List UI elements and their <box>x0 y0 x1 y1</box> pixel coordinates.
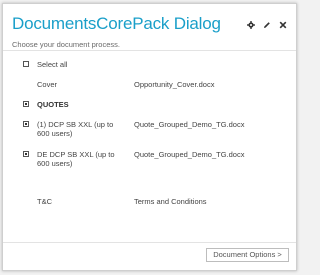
dialog-title: DocumentsCorePack Dialog <box>12 14 221 33</box>
select-all-label: Select all <box>37 60 68 69</box>
header-icons <box>246 20 287 29</box>
document-options-button[interactable]: Document Options > <box>206 248 289 262</box>
quote-item-file: Quote_Grouped_Demo_TG.docx <box>134 150 245 159</box>
select-all-checkbox[interactable] <box>23 61 29 67</box>
tc-name: T&C <box>37 197 52 206</box>
header-divider <box>3 50 296 51</box>
dialog-subtitle: Choose your document process. <box>12 40 120 49</box>
footer-divider <box>3 242 296 243</box>
quotes-group-label: QUOTES <box>37 100 69 109</box>
quote-item-name: (1) DCP SB XXL (up to 600 users) <box>37 120 114 138</box>
document-process-dialog: DocumentsCorePack Dialog Choose your doc… <box>2 3 297 271</box>
cover-name: Cover <box>37 80 58 89</box>
quote-item-file: Quote_Grouped_Demo_TG.docx <box>134 120 245 129</box>
quote-item-checkbox[interactable] <box>23 151 29 157</box>
pencil-icon[interactable] <box>262 20 271 29</box>
quote-item-name: DE DCP SB XXL (up to 600 users) <box>37 150 115 168</box>
tc-file: Terms and Conditions <box>134 197 207 206</box>
gear-icon[interactable] <box>246 20 255 29</box>
quote-item-checkbox[interactable] <box>23 121 29 127</box>
cover-file: Opportunity_Cover.docx <box>134 80 215 89</box>
quotes-group-checkbox[interactable] <box>23 101 29 107</box>
close-icon[interactable] <box>278 20 287 29</box>
